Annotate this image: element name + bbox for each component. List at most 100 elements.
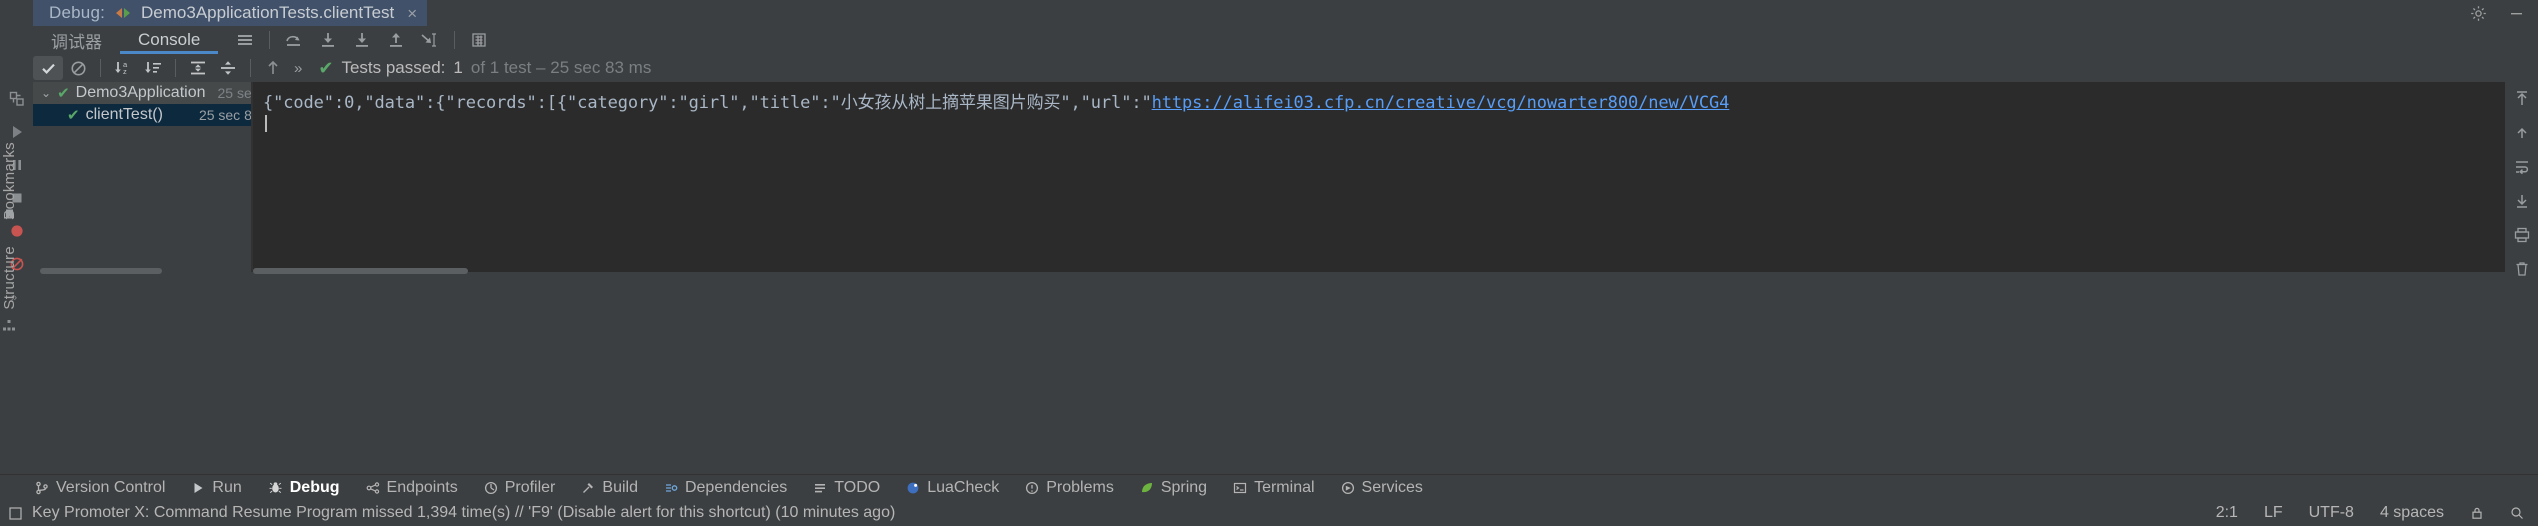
tool-window-luacheck[interactable]: LuaCheck xyxy=(893,475,1012,501)
tool-window-todo[interactable]: TODO xyxy=(800,475,893,501)
tree-row[interactable]: ✔ clientTest() 25 sec 83 ms xyxy=(33,104,251,126)
tab-debugger[interactable]: 调试器 xyxy=(33,26,120,54)
caret-position[interactable]: 2:1 xyxy=(2216,504,2238,522)
tool-window-label: Dependencies xyxy=(684,478,788,496)
tool-window-terminal[interactable]: Terminal xyxy=(1220,475,1327,501)
bookmarks-icon xyxy=(3,208,16,221)
step-over-icon[interactable] xyxy=(277,26,311,54)
print-icon[interactable] xyxy=(2505,218,2538,252)
tool-window-spring[interactable]: Spring xyxy=(1127,475,1220,501)
titlebar-spacer xyxy=(427,0,2470,26)
tool-window-label: Run xyxy=(212,478,242,496)
inspection-icon[interactable] xyxy=(2510,506,2524,520)
debug-session-tab[interactable]: Debug: Demo3ApplicationTests.clientTest … xyxy=(33,0,428,26)
scrollbar-thumb[interactable] xyxy=(40,268,162,274)
expand-all-button[interactable] xyxy=(183,56,213,80)
sort-by-duration-button[interactable] xyxy=(138,56,168,80)
evaluate-expression-icon[interactable] xyxy=(462,26,496,54)
debug-label: Debug: xyxy=(49,3,106,22)
layout-settings-icon[interactable] xyxy=(228,26,262,54)
spring-leaf-icon xyxy=(1140,481,1154,495)
event-log-icon[interactable] xyxy=(8,506,23,521)
status-bar-left: Key Promoter X: Command Resume Program m… xyxy=(8,504,895,522)
tool-window-problems[interactable]: Problems xyxy=(1012,475,1127,501)
force-step-into-icon[interactable] xyxy=(345,26,379,54)
lock-icon[interactable] xyxy=(2470,506,2484,520)
tree-row-duration: 25 sec 83 ms xyxy=(217,85,252,101)
prev-failed-test-button[interactable] xyxy=(258,56,288,80)
status-message[interactable]: Key Promoter X: Command Resume Program m… xyxy=(32,504,895,522)
tab-debugger-label: 调试器 xyxy=(51,32,102,52)
problems-icon xyxy=(1025,481,1039,495)
run-to-cursor-icon[interactable] xyxy=(413,26,447,54)
toolbar-separator-2 xyxy=(454,31,456,49)
status-bar-right: 2:1 LF UTF-8 4 spaces xyxy=(2216,504,2528,522)
tool-window-profiler[interactable]: Profiler xyxy=(471,475,569,501)
console-horizontal-scrollbar[interactable] xyxy=(253,268,1503,274)
clear-all-icon[interactable] xyxy=(2505,252,2538,286)
console-caret-line xyxy=(253,113,2538,133)
tree-row-duration: 25 sec 83 ms xyxy=(198,107,251,123)
file-encoding[interactable]: UTF-8 xyxy=(2309,504,2354,522)
tool-window-run[interactable]: Run xyxy=(178,475,254,501)
tree-row[interactable]: ⌄ ✔ Demo3Application 25 sec 83 ms xyxy=(33,82,251,104)
step-into-icon[interactable] xyxy=(311,26,345,54)
debug-tab-title: Demo3ApplicationTests.clientTest xyxy=(141,3,395,22)
tool-window-dependencies[interactable]: Dependencies xyxy=(651,475,800,501)
debug-tab-strip: 调试器 Console xyxy=(33,26,219,54)
toolbar-overflow-icon[interactable]: » xyxy=(288,60,308,77)
debug-toolwindow-header: 调试器 Console xyxy=(0,26,2538,54)
tool-window-label: Terminal xyxy=(1254,478,1315,496)
chevron-down-icon[interactable]: ⌄ xyxy=(41,86,51,100)
scroll-to-end-icon[interactable] xyxy=(2505,184,2538,218)
test-toolbar-sep-3 xyxy=(250,59,251,77)
test-runner-toolbar: 9 a z xyxy=(0,54,2538,82)
tab-console-label: Console xyxy=(138,30,201,49)
tab-console[interactable]: Console xyxy=(120,26,219,54)
tool-window-label: Services xyxy=(1361,478,1423,496)
dependencies-icon xyxy=(664,481,678,495)
indent-setting[interactable]: 4 spaces xyxy=(2380,504,2444,522)
tool-window-label: TODO xyxy=(834,478,881,496)
toolbar-separator xyxy=(269,31,271,49)
sidebar-item-structure[interactable]: Structure xyxy=(1,236,18,320)
tests-passed-detail: of 1 test – 25 sec 83 ms xyxy=(470,58,652,77)
hammer-icon xyxy=(581,481,595,495)
minimize-icon[interactable] xyxy=(2509,6,2524,21)
scroll-to-top-icon[interactable] xyxy=(2505,82,2538,116)
tool-window-endpoints[interactable]: Endpoints xyxy=(353,475,471,501)
tool-window-bar: Version Control Run Debug Endpoints Prof… xyxy=(0,474,2538,500)
show-ignored-toggle[interactable] xyxy=(63,56,93,80)
debug-arrows-icon xyxy=(114,7,132,19)
ide-status-bar: Key Promoter X: Command Resume Program m… xyxy=(0,500,2538,526)
gear-icon[interactable] xyxy=(2470,5,2487,22)
scrollbar-thumb[interactable] xyxy=(253,268,468,274)
tests-passed-label: Tests passed: xyxy=(341,58,446,77)
tool-window-label: LuaCheck xyxy=(927,478,1000,496)
tree-horizontal-scrollbar[interactable] xyxy=(40,268,240,274)
test-status-bar: ✔ Tests passed: 1 of 1 test – 25 sec 83 … xyxy=(318,58,651,79)
console-url-link[interactable]: https://alifei03.cfp.cn/creative/vcg/now… xyxy=(1152,93,1730,113)
tree-row-label: clientTest() xyxy=(85,106,163,123)
test-results-tree[interactable]: ⌄ ✔ Demo3Application 25 sec 83 ms ✔ clie… xyxy=(33,82,251,272)
sort-alphabetically-button[interactable]: a z xyxy=(108,56,138,80)
step-out-icon[interactable] xyxy=(379,26,413,54)
scroll-up-icon[interactable] xyxy=(2505,116,2538,150)
soft-wrap-icon[interactable] xyxy=(2505,150,2538,184)
sort-az-icon: a z xyxy=(113,59,133,77)
collapse-all-button[interactable] xyxy=(213,56,243,80)
tests-passed-count: 1 xyxy=(453,58,463,77)
line-separator[interactable]: LF xyxy=(2264,504,2283,522)
endpoints-icon xyxy=(366,481,380,495)
tool-window-services[interactable]: Services xyxy=(1328,475,1436,501)
console-output[interactable]: {"code":0,"data":{"records":[{"category"… xyxy=(253,82,2538,272)
close-icon[interactable]: × xyxy=(407,5,417,22)
tool-window-label: Spring xyxy=(1160,478,1208,496)
tool-window-version-control[interactable]: Version Control xyxy=(22,475,178,501)
play-icon xyxy=(191,481,205,495)
status-check-icon: ✔ xyxy=(318,57,334,78)
show-passed-toggle[interactable] xyxy=(33,56,63,80)
tool-window-build[interactable]: Build xyxy=(568,475,651,501)
tool-window-debug[interactable]: Debug xyxy=(255,475,353,501)
titlebar-left-gutter xyxy=(0,0,33,26)
